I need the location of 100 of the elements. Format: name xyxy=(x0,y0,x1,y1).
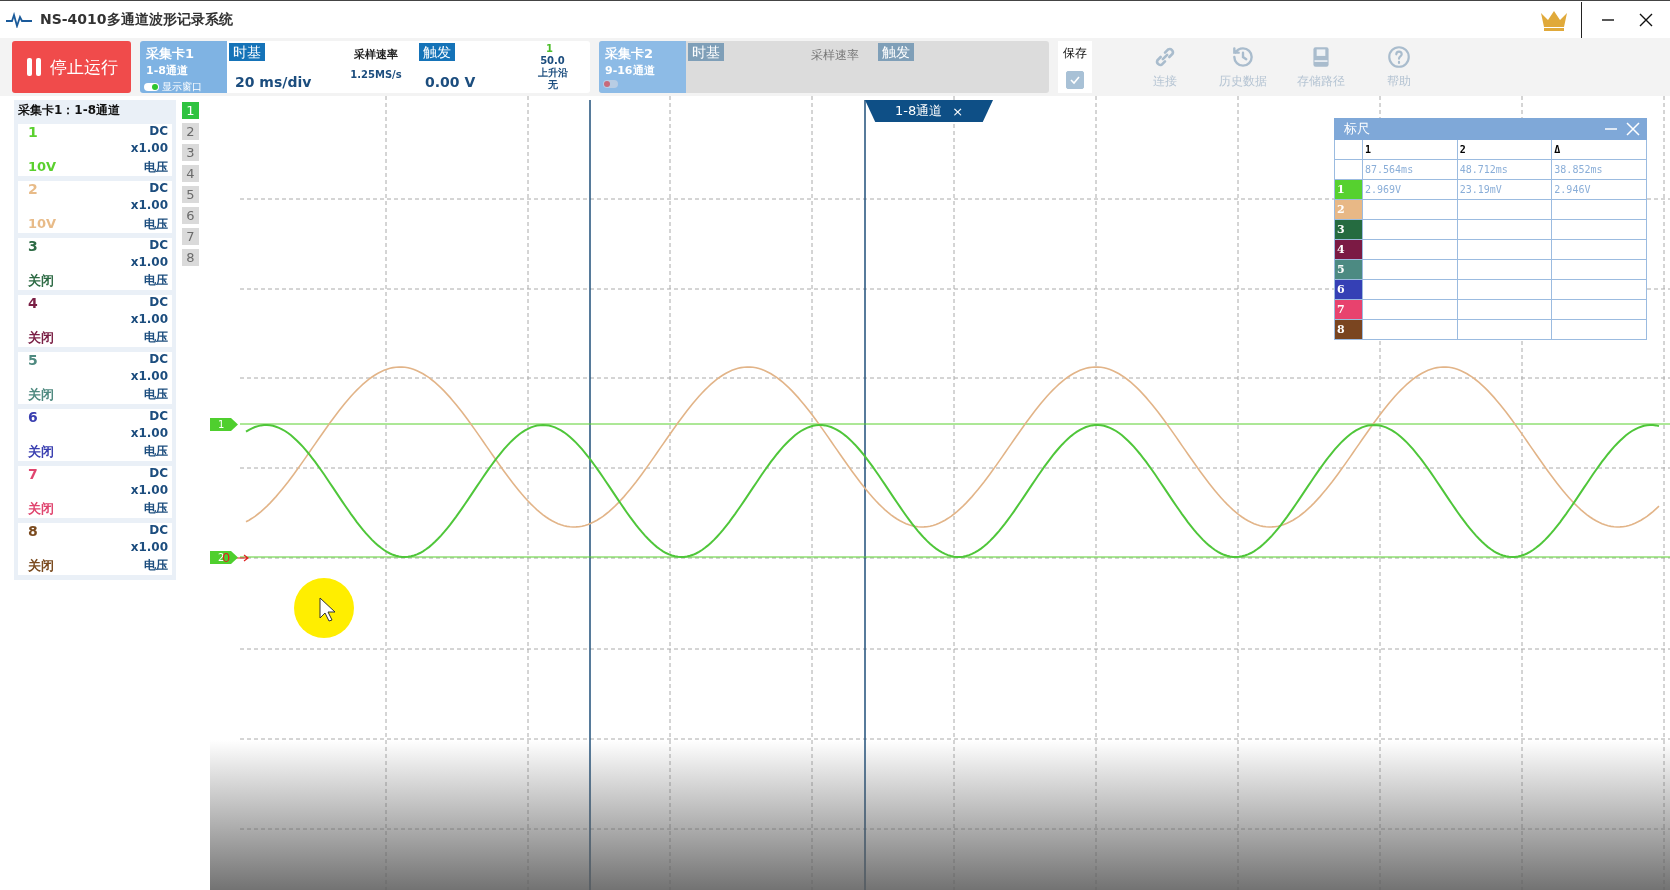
range-label: 10V xyxy=(28,158,58,176)
timebase-label: 时基 xyxy=(688,43,724,61)
coupling-label: DC xyxy=(148,352,168,368)
unit-label: 电压 xyxy=(143,215,168,233)
channel-toggle[interactable]: 1 xyxy=(182,102,199,119)
gain-label: x1.00 xyxy=(130,540,168,556)
range-label: 关闭 xyxy=(28,272,55,290)
sample-rate-label: 采样速率 xyxy=(811,47,859,64)
trigger-channel: 1 xyxy=(546,43,553,54)
coupling-label: DC xyxy=(148,181,168,197)
table-cell: 87.564ms xyxy=(1363,160,1458,180)
cursor-line[interactable] xyxy=(864,99,866,890)
coupling-label: DC xyxy=(148,124,168,140)
channel-toggle[interactable]: 8 xyxy=(182,249,199,266)
trigger-value[interactable]: 0.00 V xyxy=(419,73,476,91)
column-header: 1 xyxy=(1363,140,1458,160)
trigger-label: 触发 xyxy=(419,43,455,61)
mouse-pointer-icon xyxy=(319,597,336,622)
range-label: 关闭 xyxy=(28,329,55,347)
unit-label: 电压 xyxy=(143,443,168,460)
waveform-icon xyxy=(6,11,32,28)
channel-swatch: 8 xyxy=(1335,320,1363,340)
channel-card[interactable]: 3 DC x1.00 关闭 电压 xyxy=(18,238,172,290)
pause-icon xyxy=(25,57,42,77)
plot-tab[interactable]: 1-8通道 × xyxy=(865,100,993,122)
channel-toggle[interactable]: 3 xyxy=(182,144,199,161)
channel-toggle[interactable]: 4 xyxy=(182,165,199,182)
channel-card[interactable]: 4 DC x1.00 关闭 电压 xyxy=(18,295,172,347)
channel-toggle[interactable]: 7 xyxy=(182,228,199,245)
table-cell: 38.852ms xyxy=(1552,160,1647,180)
range-label: 10V xyxy=(28,215,58,233)
range-label: 关闭 xyxy=(28,386,55,404)
gain-label: x1.00 xyxy=(130,198,168,215)
channel-toggle[interactable]: 2 xyxy=(182,123,199,140)
gain-label: x1.00 xyxy=(130,369,168,385)
unit-label: 电压 xyxy=(143,272,168,289)
channel-number: 8 xyxy=(28,523,39,540)
help-icon xyxy=(1386,44,1412,70)
channel-toggle[interactable]: 6 xyxy=(182,207,199,224)
trigger-mode: 无 xyxy=(547,79,558,91)
channel-card[interactable]: 7 DC x1.00 关闭 电压 xyxy=(18,466,172,518)
channel-swatch: 7 xyxy=(1335,300,1363,320)
unit-label: 电压 xyxy=(143,386,168,403)
channel-card[interactable]: 5 DC x1.00 关闭 电压 xyxy=(18,352,172,404)
save-checkbox[interactable] xyxy=(1066,70,1084,89)
channel-swatch: 1 xyxy=(1335,180,1363,200)
unit-label: 电压 xyxy=(143,557,168,574)
sample-rate-label: 采样速率 xyxy=(354,47,398,63)
channel-card[interactable]: 6 DC x1.00 关闭 电压 xyxy=(18,409,172,461)
gain-label: x1.00 xyxy=(130,483,168,499)
cursor-line[interactable] xyxy=(589,99,591,890)
channel-card[interactable]: 8 DC x1.00 关闭 电压 xyxy=(18,523,172,575)
save-label: 保存 xyxy=(1063,45,1087,63)
channel-toggle[interactable]: 5 xyxy=(182,186,199,203)
channel-number: 5 xyxy=(28,352,39,369)
channel-swatch: 3 xyxy=(1335,220,1363,240)
channel-card[interactable]: 1 DC x1.00 10V 电压 xyxy=(18,124,172,176)
column-header: Δ xyxy=(1552,140,1647,160)
channel-swatch: 5 xyxy=(1335,260,1363,280)
channel-swatch: 4 xyxy=(1335,240,1363,260)
gain-label: x1.00 xyxy=(130,312,168,328)
coupling-label: DC xyxy=(148,466,168,482)
channel-swatch: 2 xyxy=(1335,200,1363,220)
channel-number: 4 xyxy=(28,295,39,312)
card-tab[interactable]: 采集卡1 1-8通道 显示窗口 xyxy=(140,41,227,93)
ruler-title: 标尺 xyxy=(1344,120,1371,138)
panel-title: 采集卡1：1-8通道 xyxy=(18,102,122,119)
range-label: 关闭 xyxy=(28,500,55,518)
coupling-label: DC xyxy=(148,295,168,311)
trigger-label: 触发 xyxy=(878,43,914,61)
column-header: 2 xyxy=(1457,140,1553,160)
table-cell: 48.712ms xyxy=(1457,160,1553,180)
timebase-value[interactable]: 20 ms/div xyxy=(229,73,312,91)
channel-number: 3 xyxy=(28,238,39,255)
channel-number: 6 xyxy=(28,409,39,426)
channel-number: 7 xyxy=(28,466,39,483)
sample-rate-value[interactable]: 1.25MS/s xyxy=(350,66,402,84)
gain-label: x1.00 xyxy=(130,141,168,158)
table-cell: 23.19mV xyxy=(1457,180,1553,200)
unit-label: 电压 xyxy=(143,500,168,517)
coupling-label: DC xyxy=(148,523,168,539)
trigger-level: 50.0 xyxy=(540,55,565,67)
range-label: 关闭 xyxy=(28,443,55,461)
window-title: NS-4010多通道波形记录系统 xyxy=(40,10,233,29)
trigger-marker[interactable]: 0 xyxy=(222,551,231,564)
range-label: 关闭 xyxy=(28,557,55,575)
gain-label: x1.00 xyxy=(130,426,168,442)
channel-card[interactable]: 2 DC x1.00 10V 电压 xyxy=(18,181,172,233)
timebase-label: 时基 xyxy=(229,43,265,61)
coupling-label: DC xyxy=(148,238,168,254)
clock-icon xyxy=(1230,44,1256,70)
channel-marker[interactable]: 1 xyxy=(210,418,238,431)
table-cell: 2.946V xyxy=(1552,180,1647,200)
table-cell: 2.969V xyxy=(1363,180,1458,200)
stop-button[interactable]: 停止运行 xyxy=(12,41,131,93)
channel-number: 2 xyxy=(28,181,39,199)
channel-swatch: 6 xyxy=(1335,280,1363,300)
trigger-edge: 上升沿 xyxy=(537,67,568,79)
unit-label: 电压 xyxy=(143,158,168,176)
gain-label: x1.00 xyxy=(130,255,168,271)
